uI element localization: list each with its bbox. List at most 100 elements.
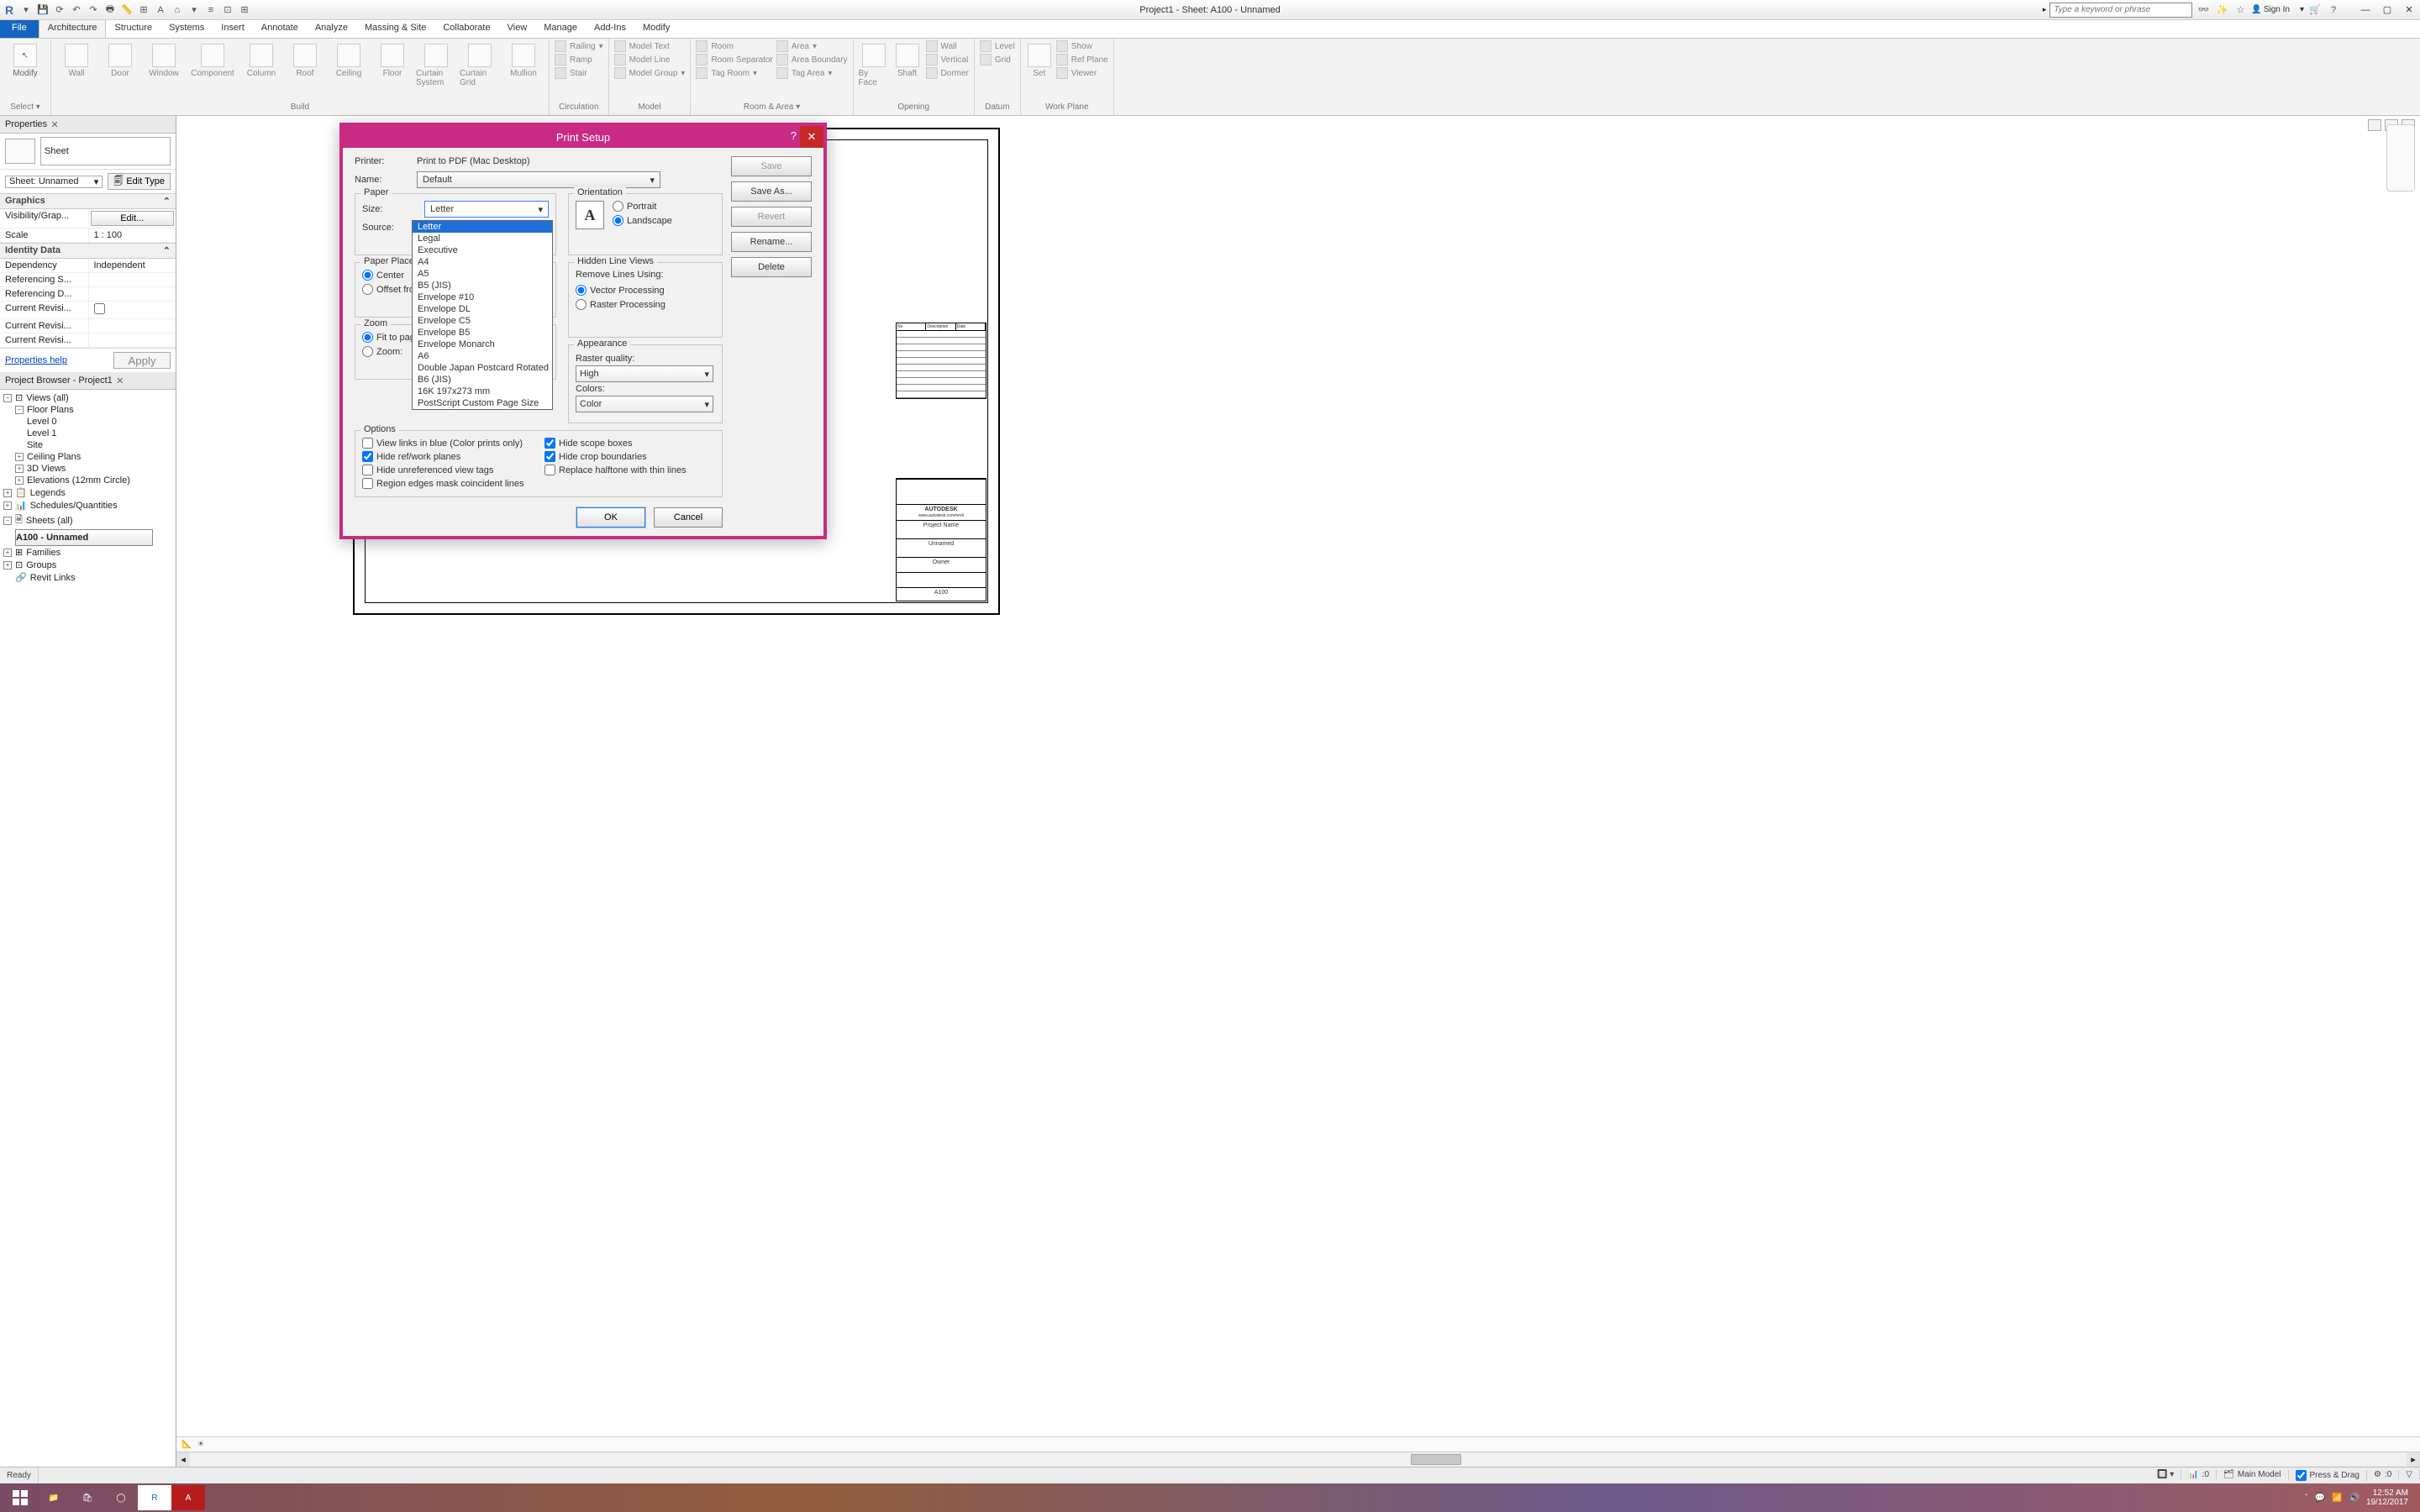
hide-scope-check[interactable]: Hide scope boxes (544, 438, 715, 449)
switch-windows-icon[interactable]: ⊞ (237, 3, 252, 18)
properties-close-icon[interactable]: ✕ (49, 118, 60, 130)
vc-sun[interactable]: ☀ (197, 1440, 204, 1449)
status-filter[interactable]: ▽ (2399, 1470, 2420, 1479)
graphics-section-header[interactable]: Graphics⌃ (0, 193, 176, 209)
vector-radio[interactable]: Vector Processing (576, 285, 715, 296)
rename-button[interactable]: Rename... (731, 232, 812, 252)
ceiling-tool[interactable]: Ceiling (329, 40, 369, 78)
roof-tool[interactable]: Roof (285, 40, 325, 78)
model-text-tool[interactable]: Model Text (614, 40, 686, 52)
properties-help-link[interactable]: Properties help (5, 355, 67, 365)
tab-collaborate[interactable]: Collaborate (434, 20, 498, 38)
component-tool[interactable]: Component (187, 40, 238, 78)
floor-tool[interactable]: Floor (372, 40, 413, 78)
status-zero2[interactable]: ⚙ :0 (2367, 1470, 2399, 1479)
status-press-drag[interactable]: Press & Drag (2289, 1470, 2367, 1481)
close-button[interactable]: ✕ (2400, 2, 2418, 18)
save-as-button[interactable]: Save As... (731, 181, 812, 202)
window-tool[interactable]: Window (144, 40, 184, 78)
align-icon[interactable]: ⊞ (136, 3, 151, 18)
maximize-button[interactable]: ▢ (2378, 2, 2396, 18)
paper-size-option[interactable]: Legal (413, 233, 552, 244)
expand-icon[interactable]: + (15, 453, 24, 461)
room-separator-tool[interactable]: Room Separator (696, 54, 772, 66)
status-select[interactable]: 🔲 ▾ (2150, 1470, 2181, 1479)
edit-type-button[interactable]: 🗐Edit Type (108, 173, 171, 190)
expand-icon[interactable]: − (3, 394, 12, 402)
section-icon[interactable]: ▾ (187, 3, 202, 18)
tab-view[interactable]: View (499, 20, 536, 38)
delete-button[interactable]: Delete (731, 257, 812, 277)
tab-systems[interactable]: Systems (160, 20, 213, 38)
ok-button[interactable]: OK (576, 507, 645, 528)
landscape-radio[interactable]: Landscape (613, 215, 672, 226)
vertical-opening-tool[interactable]: Vertical (926, 54, 969, 66)
region-edges-check[interactable]: Region edges mask coincident lines (362, 478, 533, 489)
wall-tool[interactable]: Wall (56, 40, 97, 78)
thinlines-icon[interactable]: ≡ (203, 3, 218, 18)
star-icon[interactable]: ☆ (2233, 3, 2248, 18)
paper-size-combo[interactable]: Letter▾ (424, 201, 549, 218)
links-blue-check[interactable]: View links in blue (Color prints only) (362, 438, 533, 449)
dormer-tool[interactable]: Dormer (926, 67, 969, 79)
model-line-tool[interactable]: Model Line (614, 54, 686, 66)
wall-opening-tool[interactable]: Wall (926, 40, 969, 52)
set-wp-tool[interactable]: Set (1026, 40, 1053, 78)
tag-area-tool[interactable]: Tag Area ▾ (776, 67, 848, 79)
printer-name-combo[interactable]: Default▾ (417, 171, 660, 188)
search-input[interactable] (2049, 3, 2192, 18)
3d-icon[interactable]: ⌂ (170, 3, 185, 18)
ramp-tool[interactable]: Ramp (555, 54, 603, 66)
tab-structure[interactable]: Structure (106, 20, 160, 38)
help-icon[interactable]: ? (2326, 3, 2341, 18)
paper-size-option[interactable]: Envelope B5 (413, 327, 552, 339)
clock[interactable]: 12:52 AM 19/12/2017 (2366, 1488, 2408, 1507)
tab-modify[interactable]: Modify (634, 20, 678, 38)
revert-button[interactable]: Revert (731, 207, 812, 227)
grid-tool[interactable]: Grid (980, 54, 1015, 66)
viewer-tool[interactable]: Viewer (1056, 67, 1108, 79)
scroll-left-icon[interactable]: ◂ (176, 1452, 190, 1467)
tab-analyze[interactable]: Analyze (307, 20, 356, 38)
cancel-button[interactable]: Cancel (654, 507, 723, 528)
tab-insert[interactable]: Insert (213, 20, 253, 38)
scroll-thumb[interactable] (1411, 1454, 1461, 1465)
dependency-value[interactable]: Independent (88, 259, 176, 272)
paper-size-option[interactable]: 16K 197x273 mm (413, 386, 552, 397)
binoculars-icon[interactable]: 👓 (2196, 3, 2211, 18)
tab-massing[interactable]: Massing & Site (356, 20, 434, 38)
save-button[interactable]: Save (731, 156, 812, 176)
tree-level1[interactable]: Level 1 (27, 428, 172, 439)
nav-cube[interactable] (2386, 124, 2415, 192)
dialog-titlebar[interactable]: Print Setup ? ✕ (343, 126, 823, 148)
paper-size-option[interactable]: Envelope DL (413, 303, 552, 315)
level-tool[interactable]: Level (980, 40, 1015, 52)
area-boundary-tool[interactable]: Area Boundary (776, 54, 848, 66)
group-label-select[interactable]: Select ▾ (5, 101, 45, 115)
print-icon[interactable]: 🖶 (103, 3, 118, 18)
tab-addins[interactable]: Add-Ins (586, 20, 634, 38)
curtain-grid-tool[interactable]: Curtain Grid (460, 40, 500, 87)
exchange-icon[interactable]: 🛒 (2307, 3, 2323, 18)
comm-icon[interactable]: ✨ (2214, 3, 2229, 18)
model-group-tool[interactable]: Model Group ▾ (614, 67, 686, 79)
shaft-tool[interactable]: Shaft (892, 40, 923, 78)
redo-icon[interactable]: ↷ (86, 3, 101, 18)
replace-halftone-check[interactable]: Replace halftone with thin lines (544, 465, 715, 475)
expand-icon[interactable]: − (3, 517, 12, 525)
apply-button[interactable]: Apply (113, 352, 171, 369)
tab-annotate[interactable]: Annotate (253, 20, 307, 38)
paper-size-option[interactable]: A6 (413, 350, 552, 362)
portrait-radio[interactable]: Portrait (613, 201, 672, 212)
paper-size-option[interactable]: B6 (JIS) (413, 374, 552, 386)
instance-combo[interactable]: Sheet: Unnamed▾ (5, 176, 103, 188)
tray-volume-icon[interactable]: 🔊 (2349, 1494, 2359, 1503)
start-button[interactable] (3, 1485, 37, 1510)
dialog-close-icon[interactable]: ✕ (800, 126, 823, 148)
ref-d-value[interactable] (88, 287, 176, 301)
paper-size-option[interactable]: A5 (413, 268, 552, 280)
revit-button[interactable]: R (138, 1485, 171, 1510)
cur-rev2-value[interactable] (88, 319, 176, 333)
close-inactive-icon[interactable]: ⊡ (220, 3, 235, 18)
paper-size-option[interactable]: Envelope #10 (413, 291, 552, 303)
